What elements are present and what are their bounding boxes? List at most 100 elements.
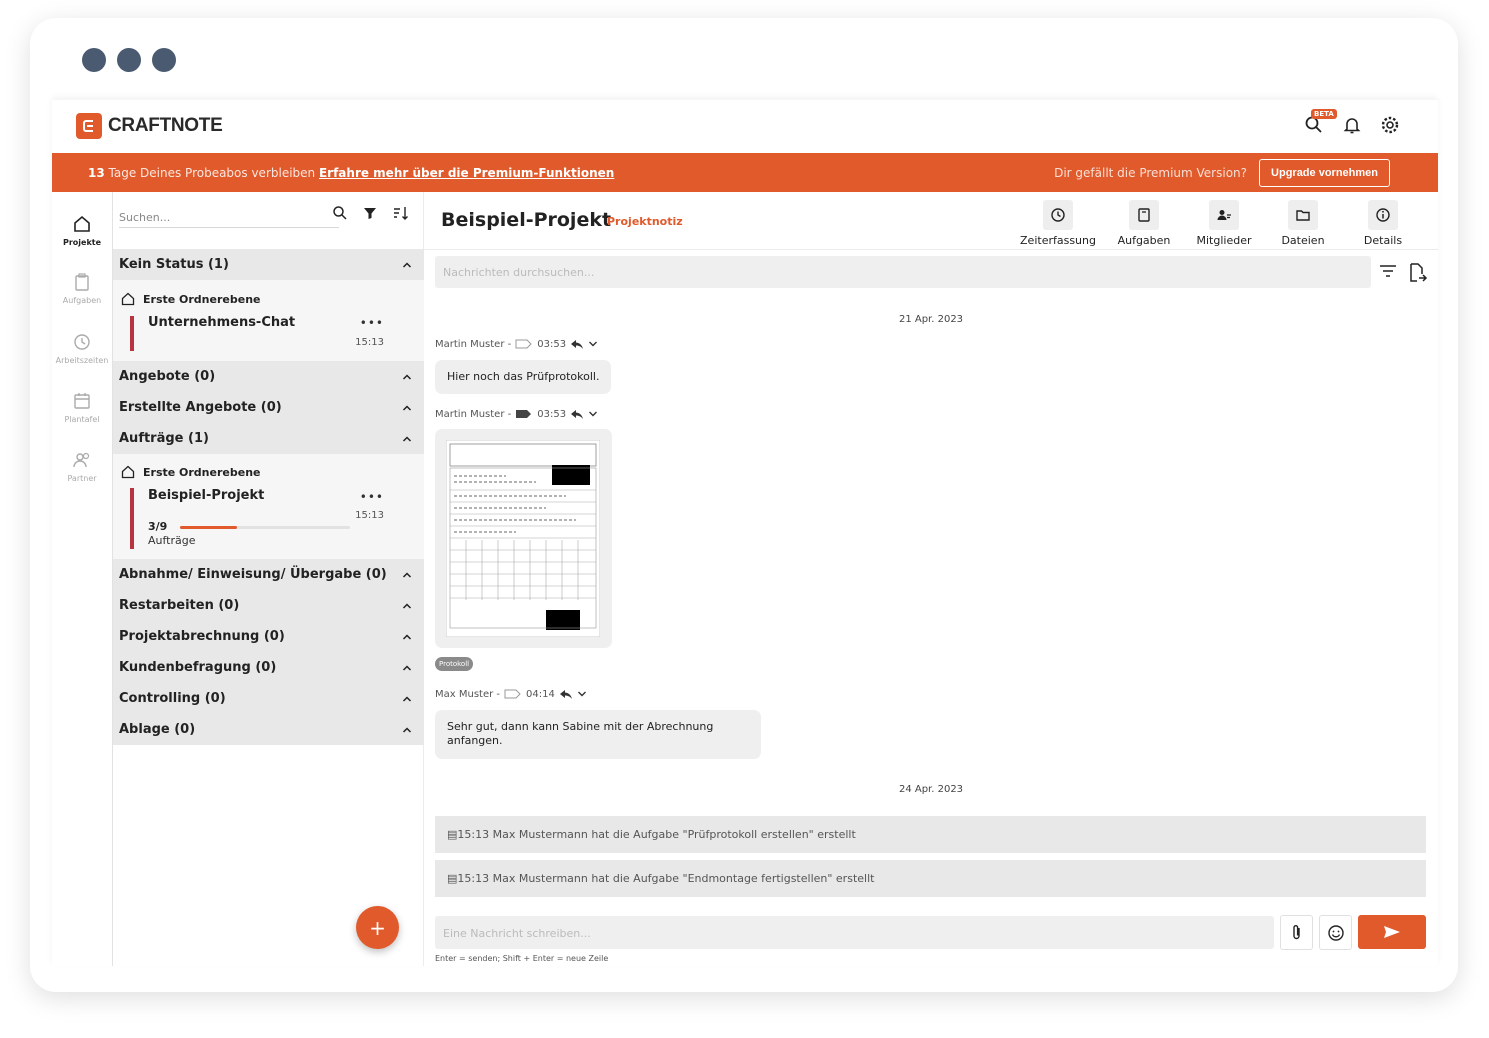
upgrade-button[interactable]: Upgrade vornehmen [1259, 158, 1390, 187]
nav-item-partner[interactable]: Partner [52, 450, 112, 483]
search-icon[interactable] [332, 205, 348, 221]
add-project-button[interactable]: + [356, 906, 399, 949]
upgrade-area: Dir gefällt die Premium Version? Upgrade… [1054, 158, 1390, 187]
tag-outline-icon[interactable] [504, 689, 522, 699]
tool-dateien[interactable]: Dateien [1263, 200, 1343, 247]
filter-icon[interactable] [362, 205, 378, 221]
app-header: CRAFTNOTE BETA [52, 100, 1438, 153]
tool-details[interactable]: Details [1343, 200, 1423, 247]
tool-label: Zeiterfassung [1020, 234, 1096, 247]
gear-icon[interactable] [1378, 113, 1402, 137]
list-tools [332, 205, 410, 221]
task-icon: ▤ [447, 828, 458, 841]
status-group[interactable]: Angebote (0) [113, 361, 424, 392]
clipboard-icon [1138, 208, 1150, 222]
tag-outline-icon[interactable] [515, 339, 533, 349]
bell-icon[interactable] [1340, 113, 1364, 137]
folder-row[interactable]: Erste Ordnerebene [121, 292, 261, 306]
tool-mitglieder[interactable]: Mitglieder [1184, 200, 1264, 247]
more-icon[interactable]: ••• [360, 490, 384, 504]
message-author: Martin Muster - [435, 408, 512, 420]
status-group[interactable]: Controlling (0) [113, 683, 424, 714]
tool-label: Mitglieder [1196, 234, 1252, 247]
group-label: Angebote (0) [119, 369, 216, 384]
project-search-row: Suchen... [113, 192, 424, 248]
status-group[interactable]: Abnahme/ Einweisung/ Übergabe (0) [113, 559, 424, 590]
trial-text: Tage Deines Probeabos verbleiben [104, 165, 319, 180]
chevron-up-icon [402, 602, 412, 609]
message-meta: Martin Muster - 03:53 [435, 338, 598, 350]
window-dot[interactable] [82, 48, 106, 72]
home-icon [121, 292, 135, 306]
tool-zeiterfassung[interactable]: Zeiterfassung [1018, 200, 1098, 247]
filter-lines-icon[interactable] [1378, 262, 1398, 280]
message-search-input[interactable]: Nachrichten durchsuchen... [435, 256, 1371, 288]
nav-label: Arbeitszeiten [55, 356, 109, 365]
tool-aufgaben[interactable]: Aufgaben [1104, 200, 1184, 247]
chevron-down-icon[interactable] [588, 409, 598, 419]
message-author: Martin Muster - [435, 338, 512, 350]
craftnote-logo-icon [76, 113, 102, 139]
window-dot[interactable] [117, 48, 141, 72]
smiley-icon [1327, 924, 1344, 941]
window-dot[interactable] [152, 48, 176, 72]
status-group[interactable]: Aufträge (1) [113, 423, 424, 454]
status-group[interactable]: Projektabrechnung (0) [113, 621, 424, 652]
group-label: Kundenbefragung (0) [119, 660, 277, 675]
group-content: Erste Ordnerebene Unternehmens-Chat ••• … [113, 280, 424, 361]
search-underline [119, 227, 339, 228]
message-time: 04:14 [526, 688, 555, 700]
project-search-input[interactable]: Suchen... [119, 211, 170, 224]
project-time: 15:13 [355, 337, 384, 348]
status-group[interactable]: Kundenbefragung (0) [113, 652, 424, 683]
premium-link[interactable]: Erfahre mehr über die Premium-Funktionen [319, 166, 614, 180]
chevron-down-icon[interactable] [577, 689, 587, 699]
project-name[interactable]: Unternehmens-Chat [148, 315, 295, 330]
status-group[interactable]: Erstellte Angebote (0) [113, 392, 424, 423]
emoji-button[interactable] [1319, 915, 1352, 950]
group-label: Kein Status (1) [119, 257, 229, 272]
group-content: Erste Ordnerebene Beispiel-Projekt ••• 1… [113, 454, 424, 559]
status-group[interactable]: Ablage (0) [113, 714, 424, 745]
tool-label: Details [1363, 234, 1403, 247]
reply-icon[interactable] [570, 338, 584, 350]
message-input[interactable]: Eine Nachricht schreiben... [435, 916, 1274, 949]
message-meta: Max Muster - 04:14 [435, 688, 587, 700]
chevron-up-icon [402, 726, 412, 733]
nav-item-aufgaben[interactable]: Aufgaben [52, 272, 112, 305]
tag-filled-icon[interactable] [515, 409, 533, 419]
calendar-icon [74, 393, 90, 409]
chevron-down-icon[interactable] [588, 339, 598, 349]
chevron-up-icon [402, 261, 412, 268]
project-name[interactable]: Beispiel-Projekt [148, 488, 264, 503]
nav-item-arbeitszeiten[interactable]: Arbeitszeiten [52, 332, 112, 365]
nav-item-projekte[interactable]: Projekte [52, 214, 112, 247]
search-beta-icon[interactable]: BETA [1302, 109, 1337, 137]
sort-icon[interactable] [392, 205, 410, 221]
message-bubble: Hier noch das Prüfprotokoll. [435, 360, 612, 394]
logo[interactable]: CRAFTNOTE [76, 113, 223, 139]
document-thumbnail-icon [445, 439, 601, 638]
attach-button[interactable] [1280, 915, 1313, 950]
system-message: ▤15:13 Max Mustermann hat die Aufgabe "E… [435, 860, 1426, 897]
export-file-icon[interactable] [1408, 262, 1428, 284]
trial-info: 13 Tage Deines Probeabos verbleiben Erfa… [88, 166, 614, 180]
send-button[interactable] [1358, 915, 1426, 949]
more-icon[interactable]: ••• [360, 316, 384, 330]
folder-row[interactable]: Erste Ordnerebene [121, 465, 261, 479]
message-tag[interactable]: Protokoll [435, 657, 474, 671]
group-label: Ablage (0) [119, 722, 196, 737]
status-group[interactable]: Restarbeiten (0) [113, 590, 424, 621]
chevron-up-icon [402, 664, 412, 671]
chat-panel: Beispiel-Projekt Projektnotiz Zeiterfass… [424, 192, 1438, 966]
message-bubble: Sehr gut, dann kann Sabine mit der Abrec… [435, 710, 761, 759]
nav-label: Aufgaben [62, 296, 102, 305]
image-attachment[interactable] [435, 429, 612, 648]
progress-bar [180, 526, 350, 529]
reply-icon[interactable] [559, 688, 573, 700]
nav-item-plantafel[interactable]: Plantafel [52, 391, 112, 424]
reply-icon[interactable] [570, 408, 584, 420]
status-group[interactable]: Kein Status (1) [113, 249, 424, 280]
group-label: Projektabrechnung (0) [119, 629, 285, 644]
group-label: Restarbeiten (0) [119, 598, 240, 613]
